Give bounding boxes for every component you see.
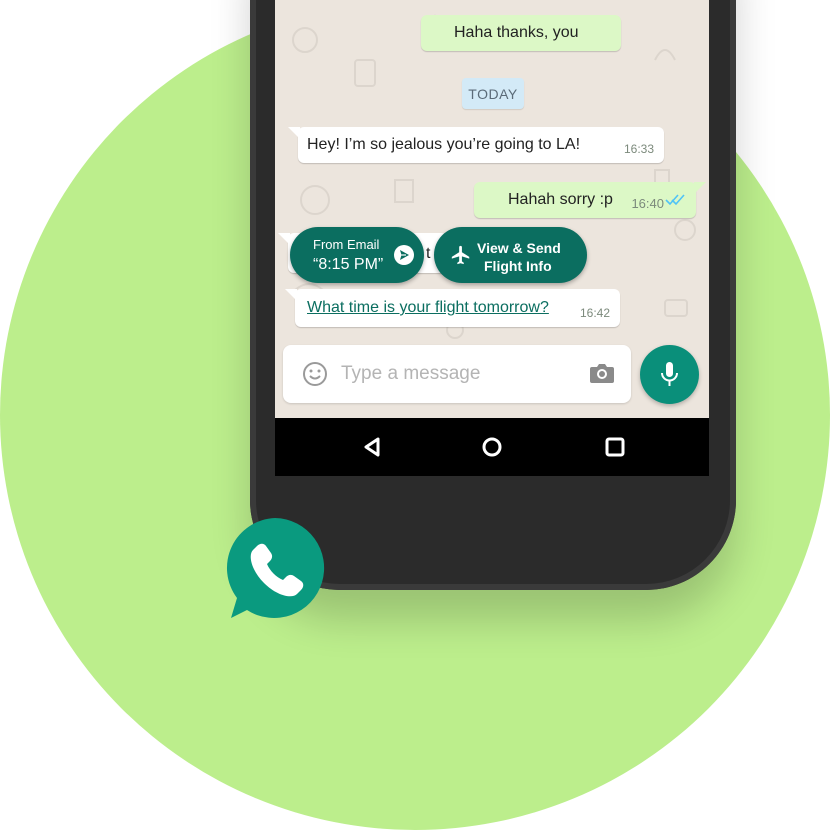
message-bubble-outgoing[interactable]: Haha thanks, you xyxy=(421,15,621,51)
back-icon[interactable] xyxy=(361,436,383,458)
send-icon xyxy=(394,245,414,265)
message-text: t xyxy=(426,245,431,262)
message-input[interactable] xyxy=(341,359,571,389)
flight-question-link[interactable]: What time is your flight tomorrow? xyxy=(307,299,549,316)
emoji-icon[interactable] xyxy=(302,361,328,387)
recents-icon[interactable] xyxy=(604,436,626,458)
home-icon[interactable] xyxy=(481,436,503,458)
from-email-chip[interactable]: From Email “8:15 PM” xyxy=(290,227,424,283)
bubble-tail xyxy=(285,289,297,301)
android-nav-bar xyxy=(275,418,709,476)
message-text: Hahah sorry :p xyxy=(508,191,613,208)
bubble-tail xyxy=(694,182,706,194)
message-time: 16:33 xyxy=(623,142,654,156)
airplane-icon xyxy=(451,245,470,265)
message-time: 16:42 xyxy=(579,306,610,320)
message-bubble-outgoing[interactable]: Hahah sorry :p 16:40 xyxy=(474,182,706,218)
mic-button[interactable] xyxy=(640,345,699,404)
message-bubble-incoming[interactable]: What time is your flight tomorrow? 16:42 xyxy=(285,289,620,327)
chip-label-bottom: Flight Info xyxy=(484,258,552,274)
message-text: Hey! I’m so jealous you’re going to LA! xyxy=(307,136,581,153)
message-composer xyxy=(283,345,631,403)
message-time: 16:40 xyxy=(631,196,664,211)
camera-icon[interactable] xyxy=(589,362,615,384)
date-separator: TODAY xyxy=(462,78,524,109)
chip-label-top: View & Send xyxy=(477,240,561,256)
message-text: Haha thanks, you xyxy=(454,24,579,41)
view-send-flight-chip[interactable]: View & Send Flight Info xyxy=(434,227,587,283)
message-bubble-incoming[interactable]: Hey! I’m so jealous you’re going to LA! … xyxy=(288,127,664,163)
whatsapp-logo xyxy=(226,518,325,618)
chip-label-top: From Email xyxy=(313,237,380,252)
bubble-tail xyxy=(278,233,290,245)
chip-label-bottom: “8:15 PM” xyxy=(313,256,384,273)
bubble-tail xyxy=(288,127,300,139)
mic-icon xyxy=(661,362,678,386)
double-check-icon xyxy=(665,194,685,206)
